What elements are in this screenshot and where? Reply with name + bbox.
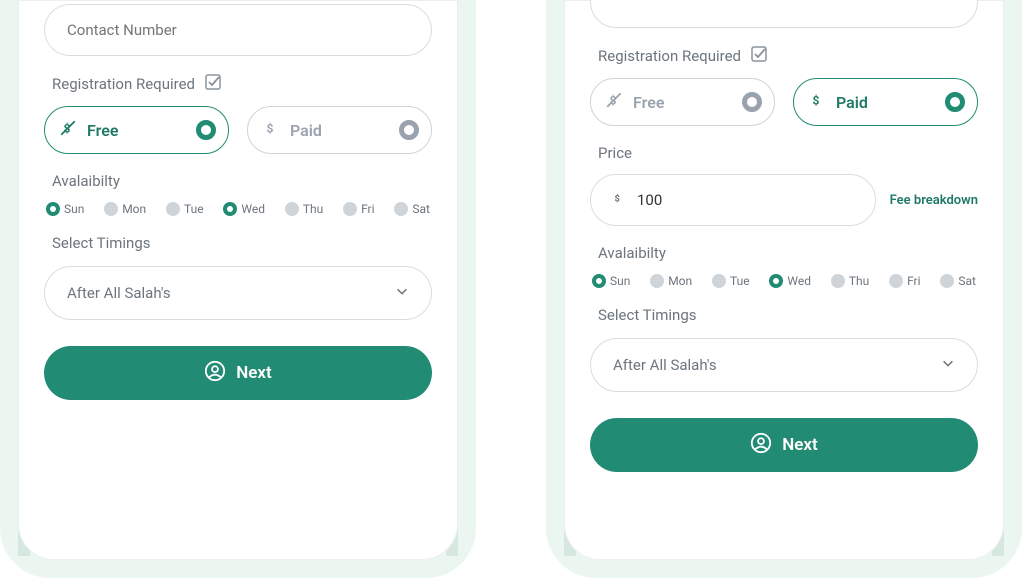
day-radio — [343, 202, 357, 216]
next-button-label: Next — [236, 363, 272, 383]
svg-text:$: $ — [615, 194, 620, 205]
day-radio — [592, 274, 606, 288]
day-label: Fri — [361, 202, 374, 216]
day-radio — [285, 202, 299, 216]
day-label: Sun — [64, 202, 84, 216]
hidden-top-field[interactable] — [590, 0, 978, 28]
checkbox-icon[interactable] — [205, 74, 221, 94]
select-timings-label: Select Timings — [52, 234, 432, 252]
day-radio — [940, 274, 954, 288]
day-label: Sat — [958, 274, 976, 288]
day-radio — [712, 274, 726, 288]
timings-value: After All Salah's — [613, 356, 717, 374]
day-radio — [104, 202, 118, 216]
day-sun[interactable]: Sun — [46, 202, 84, 216]
availability-label: Avalaibilty — [598, 244, 978, 262]
day-label: Fri — [907, 274, 920, 288]
paid-chip-label: Paid — [836, 93, 868, 112]
day-label: Mon — [122, 202, 146, 216]
contact-number-field[interactable] — [44, 4, 432, 56]
pricing-option-free[interactable]: $ Free — [590, 78, 775, 126]
free-chip-label: Free — [633, 93, 664, 112]
timings-dropdown[interactable]: After All Salah's — [590, 338, 978, 392]
next-button[interactable]: Next — [590, 418, 978, 472]
day-radio — [166, 202, 180, 216]
radio-indicator — [945, 92, 965, 112]
day-radio — [46, 202, 60, 216]
contact-number-input[interactable] — [65, 20, 411, 40]
day-fri[interactable]: Fri — [889, 274, 920, 288]
day-radio — [394, 202, 408, 216]
day-label: Sun — [610, 274, 630, 288]
day-wed[interactable]: Wed — [769, 274, 811, 288]
checkbox-icon[interactable] — [751, 46, 767, 66]
free-chip-label: Free — [87, 121, 118, 140]
availability-label: Avalaibilty — [52, 172, 432, 190]
day-mon[interactable]: Mon — [650, 274, 692, 288]
day-radio — [831, 274, 845, 288]
chevron-down-icon — [395, 284, 409, 302]
day-radio — [769, 274, 783, 288]
radio-indicator — [399, 120, 419, 140]
registration-required-label: Registration Required — [598, 46, 978, 66]
svg-text:$: $ — [813, 94, 820, 108]
price-input[interactable] — [635, 190, 855, 210]
day-radio — [223, 202, 237, 216]
fee-breakdown-link[interactable]: Fee breakdown — [890, 193, 978, 208]
day-label: Wed — [787, 274, 811, 288]
day-thu[interactable]: Thu — [285, 202, 323, 216]
day-mon[interactable]: Mon — [104, 202, 146, 216]
day-label: Thu — [849, 274, 869, 288]
day-sat[interactable]: Sat — [940, 274, 976, 288]
day-radio — [650, 274, 664, 288]
availability-days: Sun Mon Tue Wed Thu Fri Sat — [592, 274, 976, 288]
select-timings-label: Select Timings — [598, 306, 978, 324]
pricing-option-paid[interactable]: $ Paid — [247, 106, 432, 154]
day-label: Mon — [668, 274, 692, 288]
day-tue[interactable]: Tue — [166, 202, 204, 216]
day-radio — [889, 274, 903, 288]
day-label: Wed — [241, 202, 265, 216]
chevron-down-icon — [941, 356, 955, 374]
pricing-option-free[interactable]: $ Free — [44, 106, 229, 154]
dollar-icon: $ — [262, 119, 280, 141]
day-fri[interactable]: Fri — [343, 202, 374, 216]
timings-value: After All Salah's — [67, 284, 171, 302]
dollar-icon: $ — [611, 191, 625, 209]
registration-required-label: Registration Required — [52, 74, 432, 94]
day-tue[interactable]: Tue — [712, 274, 750, 288]
money-off-icon: $ — [59, 119, 77, 141]
user-circle-icon — [204, 360, 226, 387]
paid-chip-label: Paid — [290, 121, 322, 140]
day-sat[interactable]: Sat — [394, 202, 430, 216]
day-label: Thu — [303, 202, 323, 216]
day-label: Tue — [730, 274, 750, 288]
radio-indicator — [196, 120, 216, 140]
dollar-icon: $ — [808, 91, 826, 113]
day-sun[interactable]: Sun — [592, 274, 630, 288]
day-label: Tue — [184, 202, 204, 216]
day-wed[interactable]: Wed — [223, 202, 265, 216]
next-button[interactable]: Next — [44, 346, 432, 400]
user-circle-icon — [750, 432, 772, 459]
day-thu[interactable]: Thu — [831, 274, 869, 288]
day-label: Sat — [412, 202, 430, 216]
price-field[interactable]: $ — [590, 174, 876, 226]
availability-days: Sun Mon Tue Wed Thu Fri Sat — [46, 202, 430, 216]
pricing-option-paid[interactable]: $ Paid — [793, 78, 978, 126]
next-button-label: Next — [782, 435, 818, 455]
svg-text:$: $ — [267, 122, 274, 136]
money-off-icon: $ — [605, 91, 623, 113]
price-label: Price — [598, 144, 978, 162]
timings-dropdown[interactable]: After All Salah's — [44, 266, 432, 320]
radio-indicator — [742, 92, 762, 112]
